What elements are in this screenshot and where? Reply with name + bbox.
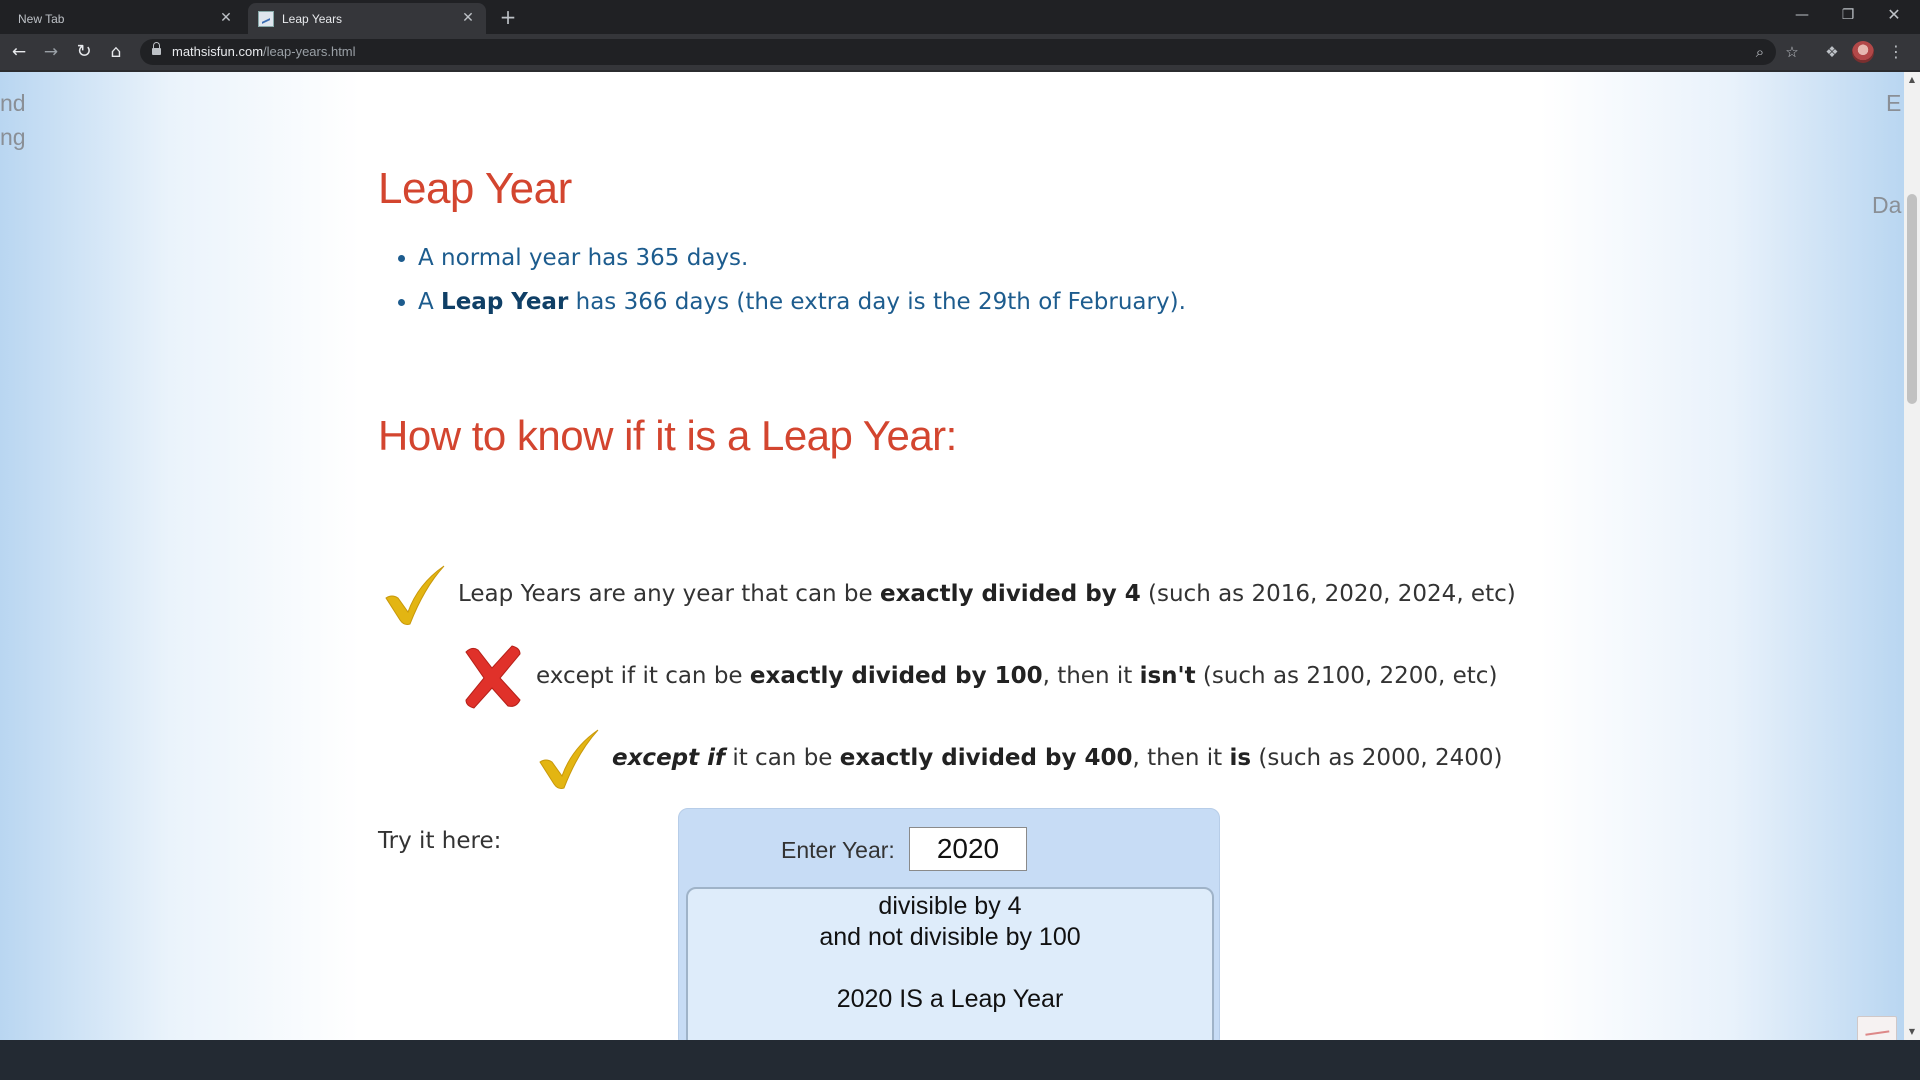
rule-text-bold-italic: except if	[612, 745, 726, 771]
scroll-thumb[interactable]	[1907, 194, 1917, 404]
kebab-menu-icon[interactable]: ⋮	[1884, 40, 1908, 64]
star-icon[interactable]: ☆	[1780, 40, 1804, 64]
cross-icon	[456, 640, 528, 712]
facts-list: A normal year has 365 days. A Leap Year …	[398, 236, 1186, 324]
result-verdict: 2020 IS a Leap Year	[836, 985, 1064, 1013]
result-line: divisible by 4	[878, 892, 1022, 920]
list-item: A Leap Year has 366 days (the extra day …	[398, 280, 1186, 324]
rule-divisible-by-100: except if it can be exactly divided by 1…	[456, 640, 1497, 712]
rule-text-part: (such as 2100, 2200, etc)	[1195, 663, 1498, 689]
year-input[interactable]	[909, 827, 1027, 871]
leap-year-calculator: Enter Year: divisible by 4 and not divis…	[678, 808, 1220, 1040]
list-item: A normal year has 365 days.	[398, 236, 1186, 280]
scroll-up-arrow-icon[interactable]: ▲	[1904, 72, 1920, 88]
tab-label: Leap Years	[282, 11, 343, 26]
clipped-nav-text[interactable]: E	[1886, 90, 1901, 117]
enter-year-label: Enter Year:	[781, 837, 895, 863]
tab-leap-years[interactable]: Leap Years ✕	[248, 3, 486, 34]
fact-leap-year-bold: Leap Year	[441, 289, 569, 315]
rule-text-bold: exactly divided by 4	[880, 581, 1141, 607]
taskbar	[0, 1040, 1920, 1080]
reload-icon[interactable]: ↻	[72, 40, 96, 64]
rule-divisible-by-4: Leap Years are any year that can be exac…	[378, 558, 1516, 630]
fact-normal-year: A normal year has 365 days.	[418, 245, 749, 271]
rule-text-bold: exactly divided by 400	[839, 745, 1133, 771]
rule-text: except if it can be exactly divided by 1…	[536, 663, 1497, 689]
scroll-down-arrow-icon[interactable]: ▼	[1904, 1024, 1920, 1040]
rule-text-bold: is	[1229, 745, 1252, 771]
back-arrow-icon[interactable]: ←	[7, 40, 31, 64]
tab-new-tab[interactable]: New Tab ✕	[0, 3, 244, 34]
minimize-icon[interactable]: —	[1782, 2, 1822, 28]
url-path: /leap-years.html	[263, 44, 356, 59]
rule-text-bold: isn't	[1139, 663, 1196, 689]
tab-strip: New Tab ✕ Leap Years ✕ + — ❐ ✕	[0, 0, 1920, 34]
tab-label: New Tab	[18, 11, 65, 26]
favicon-icon	[258, 10, 274, 27]
result-line: and not divisible by 100	[819, 923, 1081, 951]
page-title: Leap Year	[378, 164, 572, 213]
rule-text: except if it can be exactly divided by 4…	[612, 745, 1502, 771]
home-icon[interactable]: ⌂	[104, 40, 128, 64]
forward-arrow-icon[interactable]: →	[39, 40, 63, 64]
rule-text-part: Leap Years are any year that can be	[458, 581, 880, 607]
browser-toolbar: ← → ↻ ⌂ mathsisfun.com/leap-years.html ⌕…	[0, 34, 1920, 70]
try-it-label: Try it here:	[378, 828, 502, 854]
checkmark-icon	[378, 558, 450, 630]
tab-close-icon[interactable]: ✕	[218, 10, 234, 26]
result-panel: divisible by 4 and not divisible by 100 …	[686, 887, 1214, 1040]
clipped-nav-text[interactable]: nd	[0, 90, 26, 117]
fact-leap-suffix: has 366 days (the extra day is the 29th …	[568, 289, 1186, 315]
rule-text-part: (such as 2016, 2020, 2024, etc)	[1140, 581, 1516, 607]
clipped-nav-text[interactable]: ng	[0, 124, 26, 151]
rule-text-part: it can be	[725, 745, 840, 771]
rule-divisible-by-400: except if it can be exactly divided by 4…	[532, 722, 1502, 794]
clipped-nav-text[interactable]: Da	[1872, 192, 1901, 219]
tab-close-icon[interactable]: ✕	[460, 10, 476, 26]
profile-avatar[interactable]	[1852, 41, 1874, 63]
checkmark-icon	[532, 722, 604, 794]
page-viewport: nd ng E Da Leap Year A normal year has 3…	[0, 72, 1904, 1040]
address-bar[interactable]: mathsisfun.com/leap-years.html	[140, 39, 1776, 65]
lock-icon[interactable]	[152, 42, 161, 57]
rule-text-bold: exactly divided by 100	[749, 663, 1043, 689]
vertical-scrollbar[interactable]: ▲ ▼	[1904, 72, 1920, 1040]
url-host: mathsisfun.com	[172, 44, 264, 59]
rule-text: Leap Years are any year that can be exac…	[458, 581, 1516, 607]
maximize-icon[interactable]: ❐	[1828, 2, 1868, 28]
fact-prefix: A	[418, 289, 442, 315]
rule-text-part: except if it can be	[536, 663, 750, 689]
close-window-icon[interactable]: ✕	[1874, 2, 1914, 28]
new-tab-button[interactable]: +	[496, 5, 520, 29]
puzzle-piece-icon[interactable]: ❖	[1820, 40, 1844, 64]
url-text[interactable]: mathsisfun.com/leap-years.html	[172, 44, 356, 59]
rule-text-part: , then it	[1132, 745, 1230, 771]
zoom-icon[interactable]: ⌕	[1748, 40, 1772, 64]
rule-text-part: (such as 2000, 2400)	[1251, 745, 1503, 771]
rule-text-part: , then it	[1042, 663, 1140, 689]
section-heading: How to know if it is a Leap Year:	[378, 412, 957, 459]
